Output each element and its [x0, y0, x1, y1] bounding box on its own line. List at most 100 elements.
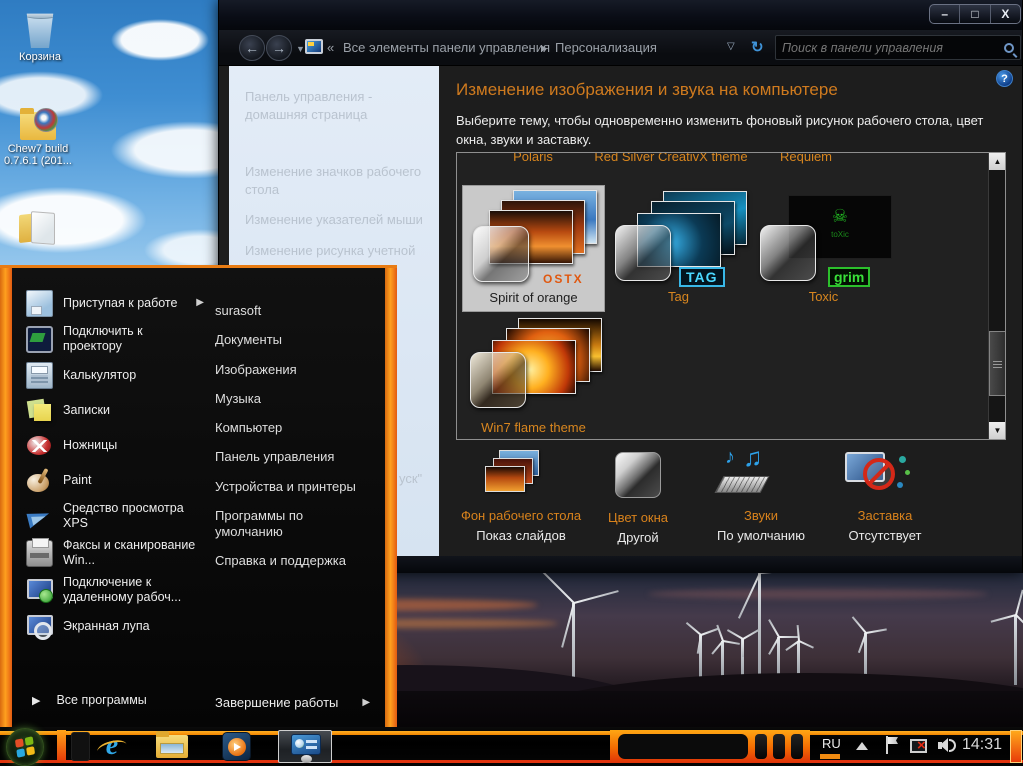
- theme-item-spirit-of-orange[interactable]: OSTX Spirit of orange: [462, 185, 605, 312]
- back-button[interactable]: ←: [239, 35, 265, 61]
- desktop-icon-open-folder[interactable]: [0, 212, 76, 245]
- system-tray: RU × 14:31: [810, 727, 1010, 766]
- language-underline: [820, 754, 840, 759]
- sounds-icon: ♪ ♫: [691, 450, 831, 502]
- windows-logo-icon: [15, 736, 35, 758]
- open-folder-icon: [19, 212, 57, 242]
- theme-glass-frame-icon: [760, 225, 816, 281]
- start-menu-right-column: surasoft Документы Изображения Музыка Ко…: [215, 303, 373, 570]
- breadcrumb-chevrons[interactable]: «: [327, 40, 334, 55]
- setting-title: Заставка: [815, 508, 955, 523]
- sidebar-link-partial[interactable]: уск": [399, 470, 422, 488]
- internet-explorer-button[interactable]: e: [94, 729, 130, 763]
- window-color-icon: [568, 452, 708, 504]
- start-menu-music[interactable]: Музыка: [215, 391, 373, 407]
- clock[interactable]: 14:31: [962, 736, 1002, 754]
- folder-icon: [20, 112, 56, 140]
- window-caption-buttons: – □ X: [929, 4, 1021, 24]
- window-titlebar[interactable]: – □ X: [219, 0, 1022, 30]
- start-menu-item-snipping-tool[interactable]: Ножницы: [26, 431, 204, 459]
- network-icon[interactable]: ×: [910, 737, 928, 753]
- scrollbar-thumb[interactable]: [989, 331, 1006, 396]
- all-programs-button[interactable]: ▶ Все программы: [32, 693, 147, 707]
- refresh-icon[interactable]: ↻: [751, 38, 764, 56]
- theme-item-toxic[interactable]: ☠ toXic grim Toxic: [752, 185, 895, 312]
- start-menu-devices-printers[interactable]: Устройства и принтеры: [215, 479, 373, 495]
- start-menu-item-label: Ножницы: [63, 438, 117, 453]
- search-icon[interactable]: [1004, 43, 1014, 53]
- sidebar-link-home[interactable]: Панель управления - домашняя страница: [245, 88, 423, 123]
- theme-badge: TAG: [679, 267, 725, 287]
- control-panel-icon: [291, 734, 321, 755]
- start-menu-item-label: Paint: [63, 473, 92, 488]
- theme-badge: grim: [828, 267, 870, 287]
- start-menu-item-label: Средство просмотра XPS: [63, 501, 204, 531]
- start-menu-help-support[interactable]: Справка и поддержка: [215, 553, 373, 569]
- theme-glass-frame-icon: [615, 225, 671, 281]
- history-dropdown-icon[interactable]: ▼: [296, 44, 305, 54]
- start-menu-item-projector[interactable]: Подключить к проектору: [26, 324, 204, 354]
- taskbar-empty-slot: [71, 732, 90, 761]
- help-button[interactable]: ?: [996, 70, 1013, 87]
- close-button[interactable]: X: [991, 5, 1020, 23]
- desktop-icon-chew7-folder[interactable]: Chew7 build 0.7.6.1 (201...: [0, 112, 76, 167]
- screensaver-icon: [815, 450, 955, 502]
- action-center-icon[interactable]: [886, 736, 900, 754]
- maximize-button[interactable]: □: [960, 5, 990, 23]
- shutdown-button[interactable]: Завершение работы ▶: [215, 695, 370, 710]
- submenu-arrow-icon: ▶: [362, 697, 370, 708]
- start-menu-item-remote-desktop[interactable]: Подключение к удаленному рабоч...: [26, 575, 204, 605]
- start-menu-user[interactable]: surasoft: [215, 303, 373, 319]
- sidebar-link-desktop-icons[interactable]: Изменение значков рабочего стола: [245, 163, 423, 198]
- breadcrumb-root[interactable]: Все элементы панели управления: [343, 40, 550, 55]
- search-box: [775, 35, 1021, 60]
- theme-label-requiem[interactable]: Requiem: [756, 152, 856, 164]
- start-menu-item-xps-viewer[interactable]: Средство просмотра XPS: [26, 501, 204, 531]
- start-menu-default-programs[interactable]: Программы по умолчанию: [215, 508, 373, 541]
- start-menu-control-panel[interactable]: Панель управления: [215, 449, 373, 465]
- setting-sounds[interactable]: ♪ ♫ Звуки По умолчанию: [691, 450, 831, 543]
- start-button[interactable]: [6, 728, 44, 766]
- scroll-up-button[interactable]: ▲: [989, 153, 1006, 170]
- theme-item-tag[interactable]: TAG Tag: [607, 185, 750, 312]
- start-menu-item-paint[interactable]: Paint: [26, 466, 204, 494]
- theme-label-polaris[interactable]: Polaris: [483, 152, 583, 164]
- start-menu-documents[interactable]: Документы: [215, 332, 373, 348]
- desktop-icon-recycle-bin[interactable]: Корзина: [2, 10, 78, 63]
- explorer-button[interactable]: [156, 735, 188, 758]
- address-dropdown-icon[interactable]: ▽: [727, 41, 735, 52]
- start-menu-border: [0, 265, 12, 727]
- search-input[interactable]: [782, 41, 998, 55]
- theme-item-win7-flame[interactable]: Win7 flame theme: [462, 316, 605, 440]
- scroll-down-button[interactable]: ▼: [989, 422, 1006, 439]
- start-menu-item-fax-scan[interactable]: Факсы и сканирование Win...: [26, 538, 204, 568]
- projector-icon: [26, 326, 53, 353]
- setting-screensaver[interactable]: Заставка Отсутствует: [815, 450, 955, 543]
- media-player-button[interactable]: [222, 732, 251, 761]
- start-menu-item-getting-started[interactable]: Приступая к работе ▶: [26, 289, 204, 317]
- minimize-button[interactable]: –: [930, 5, 960, 23]
- disc-icon: [34, 108, 58, 132]
- language-indicator[interactable]: RU: [822, 736, 841, 751]
- setting-title: Звуки: [691, 508, 831, 523]
- control-panel-taskbar-button[interactable]: [278, 730, 332, 763]
- recycle-bin-icon: [25, 10, 55, 48]
- start-menu-item-sticky-notes[interactable]: Записки: [26, 396, 204, 424]
- start-menu-border: [385, 265, 397, 727]
- setting-window-color[interactable]: Цвет окна Другой: [568, 450, 708, 545]
- start-menu-item-calculator[interactable]: Калькулятор: [26, 361, 204, 389]
- forward-button[interactable]: →: [266, 35, 292, 61]
- breadcrumb-current[interactable]: Персонализация: [555, 40, 657, 55]
- show-hidden-icons-button[interactable]: [856, 742, 868, 750]
- start-menu: Приступая к работе ▶ Подключить к проект…: [0, 265, 397, 727]
- volume-icon[interactable]: [938, 737, 958, 754]
- start-menu-computer[interactable]: Компьютер: [215, 420, 373, 436]
- mouse-icon: [301, 755, 312, 763]
- show-desktop-button[interactable]: [1010, 730, 1022, 763]
- personalization-address-icon: [305, 39, 323, 54]
- skull-icon: ☠: [832, 206, 848, 226]
- theme-label-red-silver[interactable]: Red Silver CreativX theme: [592, 152, 750, 164]
- start-menu-pictures[interactable]: Изображения: [215, 362, 373, 378]
- start-menu-item-magnifier[interactable]: Экранная лупа: [26, 612, 204, 640]
- sidebar-link-mouse-pointers[interactable]: Изменение указателей мыши: [245, 211, 423, 229]
